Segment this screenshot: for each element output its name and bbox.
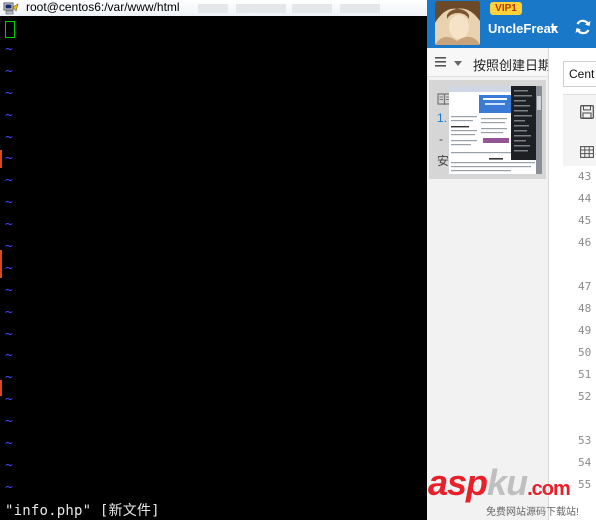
username[interactable]: UncleFreak (488, 21, 558, 36)
editor-toolbar (563, 94, 596, 166)
vim-empty-lines: ~ ~ ~ ~ ~ ~ ~ ~ ~ ~ ~ ~ ~ ~ ~ ~ ~ ~ ~ ~ ~ (5, 42, 19, 502)
edge-marker (0, 250, 2, 278)
user-header: VIP1 UncleFreak (427, 0, 596, 48)
vim-tilde: ~ (5, 63, 13, 79)
line-number: 45 (578, 214, 592, 227)
line-number: 46 (578, 236, 592, 249)
vim-tilde: ~ (5, 173, 13, 189)
edge-marker (0, 150, 2, 168)
vim-tilde: ~ (5, 370, 13, 386)
avatar[interactable] (435, 1, 480, 45)
line-number: 50 (578, 346, 592, 359)
vim-status-line: "info.php" [新文件] (5, 503, 160, 519)
vim-tilde: ~ (5, 414, 13, 430)
blurred-tab (292, 4, 332, 13)
menu-icon[interactable] (435, 57, 446, 67)
blurred-tab (340, 4, 380, 13)
vim-tilde: ~ (5, 436, 13, 452)
line-number: 44 (578, 192, 592, 205)
watermark-subtitle: 免费网站源码下载站! (486, 507, 579, 518)
watermark: aspku.com 免费网站源码下载站! (428, 463, 596, 520)
vim-tilde: ~ (5, 348, 13, 364)
vim-tilde: ~ (5, 282, 13, 298)
chevron-down-icon[interactable] (454, 61, 462, 66)
vim-tilde: ~ (5, 326, 13, 342)
blurred-tab (198, 4, 228, 13)
save-icon[interactable] (580, 105, 594, 119)
terminal-title: root@centos6:/var/www/html (26, 0, 180, 14)
vim-tilde: ~ (5, 304, 13, 320)
note-index: 1. (437, 111, 448, 125)
line-number: 52 (578, 390, 592, 403)
vip-badge: VIP1 (490, 2, 522, 15)
vim-tilde: ~ (5, 85, 13, 101)
blurred-tab (236, 4, 286, 13)
tab-document[interactable]: Cent (563, 61, 596, 87)
terminal-screen[interactable]: ~ ~ ~ ~ ~ ~ ~ ~ ~ ~ ~ ~ ~ ~ ~ ~ ~ ~ ~ ~ ~ "info.php" [新文件] (2, 18, 427, 520)
vim-tilde: ~ (5, 217, 13, 233)
vim-tilde: ~ (5, 107, 13, 123)
terminal-titlebar[interactable]: root@centos6:/var/www/html (0, 0, 427, 16)
note-separator: - (439, 132, 443, 146)
vim-tilde: ~ (5, 195, 13, 211)
line-number: 49 (578, 324, 592, 337)
note-list-item[interactable]: 1. - 安 (429, 80, 546, 179)
vim-tilde: ~ (5, 151, 13, 167)
line-number: 51 (578, 368, 592, 381)
vim-tilde: ~ (5, 260, 13, 276)
terminal-window[interactable]: root@centos6:/var/www/html ~ ~ ~ ~ ~ ~ ~ ~ ~ ~ ~ ~ ~… (0, 0, 427, 520)
chevron-down-icon[interactable] (550, 26, 558, 31)
terminal-cursor (5, 21, 15, 38)
sort-order-label[interactable]: 按照创建日期 (473, 55, 551, 74)
sync-icon[interactable] (574, 18, 592, 36)
note-thumbnail (449, 86, 542, 174)
vim-tilde: ~ (5, 392, 13, 408)
note-title-char: 安 (437, 154, 450, 168)
vim-tilde: ~ (5, 42, 13, 57)
line-number: 43 (578, 170, 592, 183)
vim-tilde: ~ (5, 479, 13, 495)
line-number: 53 (578, 434, 592, 447)
putty-icon (3, 2, 19, 15)
vim-tilde: ~ (5, 457, 13, 473)
table-icon[interactable] (580, 146, 594, 158)
notes-app: VIP1 UncleFreak 按照创建日期 1. - 安 Cent (427, 0, 596, 520)
edge-marker (0, 380, 2, 396)
vim-tilde: ~ (5, 239, 13, 255)
line-number: 47 (578, 280, 592, 293)
line-number: 48 (578, 302, 592, 315)
vim-tilde: ~ (5, 129, 13, 145)
